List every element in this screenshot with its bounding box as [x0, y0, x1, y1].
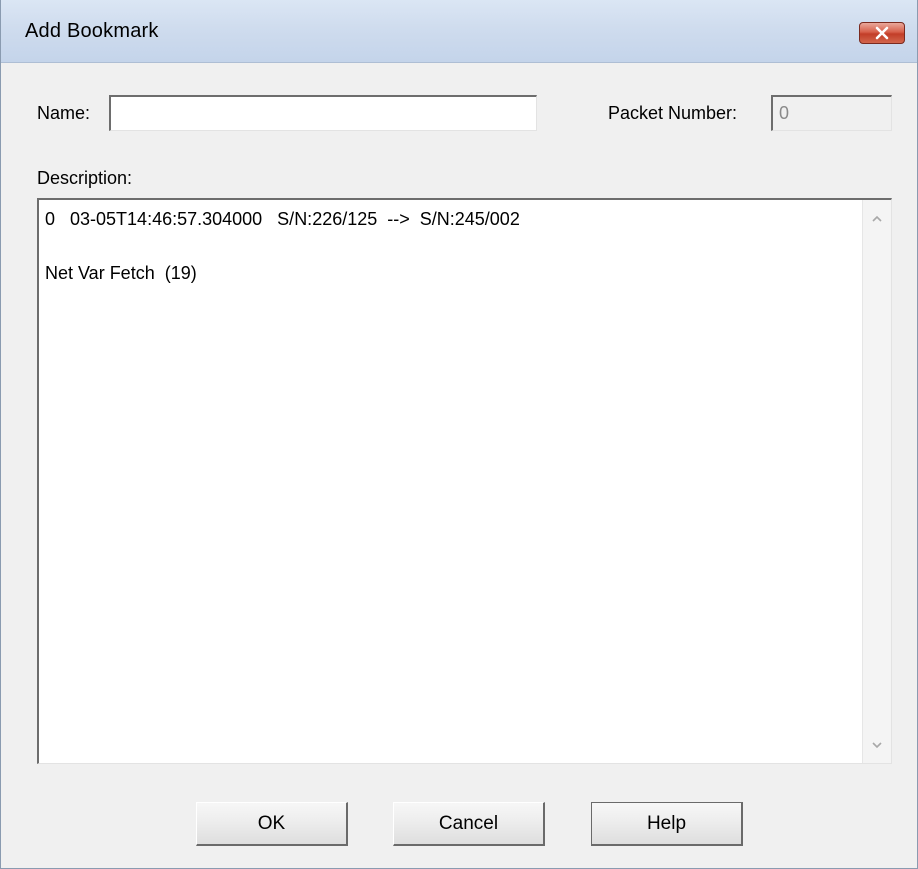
description-line: Net Var Fetch (19)	[45, 263, 197, 283]
scroll-down-button[interactable]	[863, 731, 891, 759]
scroll-up-button[interactable]	[863, 204, 891, 232]
close-icon	[875, 26, 889, 40]
close-button[interactable]	[859, 22, 905, 44]
description-label: Description:	[37, 168, 133, 188]
description-text: 0 03-05T14:46:57.304000 S/N:226/125 --> …	[45, 206, 855, 287]
vertical-scrollbar[interactable]	[862, 200, 891, 763]
description-line	[45, 233, 855, 260]
name-input[interactable]	[109, 95, 537, 131]
chevron-down-icon	[872, 741, 882, 748]
dialog-title: Add Bookmark	[25, 20, 159, 42]
packet-number-field	[771, 95, 892, 131]
add-bookmark-dialog: Add Bookmark Name: Packet Number: Descri…	[0, 0, 918, 869]
cancel-button[interactable]: Cancel	[393, 802, 545, 846]
name-label: Name:	[37, 103, 91, 123]
chevron-up-icon	[872, 215, 882, 222]
help-button[interactable]: Help	[591, 802, 743, 846]
packet-number-label: Packet Number:	[608, 103, 738, 123]
ok-button[interactable]: OK	[196, 802, 348, 846]
title-bar[interactable]: Add Bookmark	[1, 0, 917, 63]
description-textarea[interactable]: 0 03-05T14:46:57.304000 S/N:226/125 --> …	[37, 198, 892, 764]
description-line: 0 03-05T14:46:57.304000 S/N:226/125 --> …	[45, 209, 520, 229]
